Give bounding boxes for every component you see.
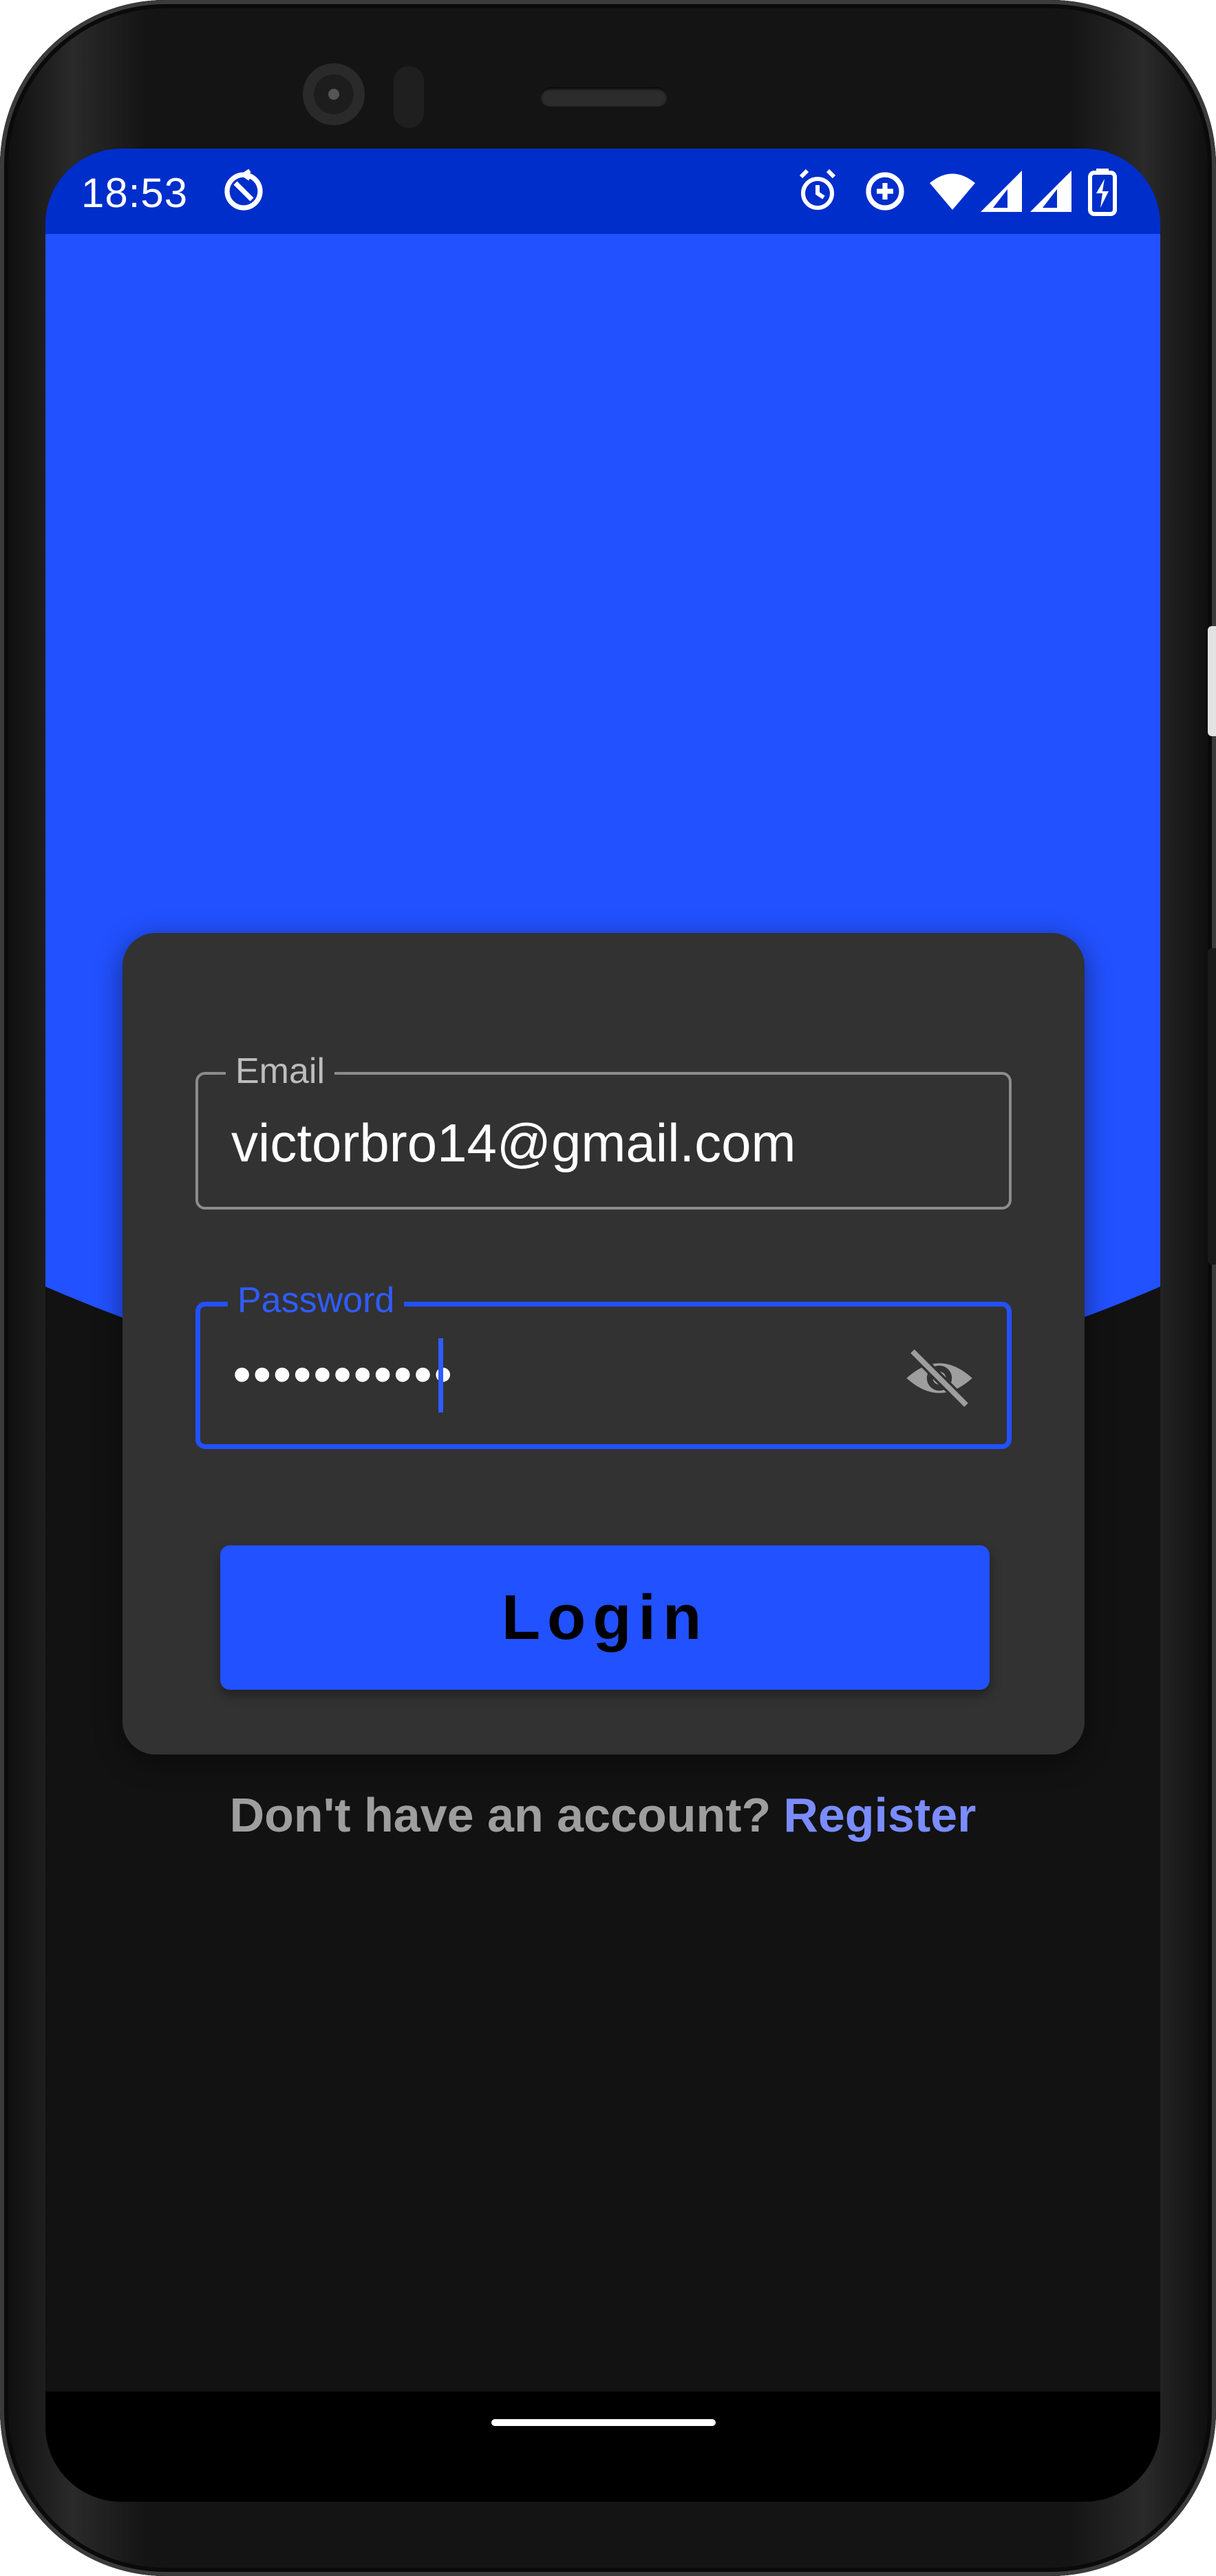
register-prompt-text: Don't have an account?	[229, 1788, 771, 1842]
wifi-icon	[930, 173, 975, 210]
email-label: Email	[226, 1047, 335, 1095]
app-screen: 18:53 Email victorbro14@gmail.com Passwo…	[45, 149, 1160, 2502]
email-field[interactable]: Email victorbro14@gmail.com	[195, 1047, 1012, 1210]
signal-icon	[981, 171, 1022, 212]
password-field[interactable]: Password •••••••••••	[195, 1276, 1012, 1449]
battery-charging-icon	[1088, 169, 1117, 216]
status-time: 18:53	[81, 170, 189, 216]
login-button[interactable]: Login	[220, 1545, 990, 1690]
register-prompt: Don't have an account? Register	[45, 1788, 1160, 1843]
alarm-icon	[799, 169, 836, 210]
volume-button	[1208, 626, 1216, 736]
register-link[interactable]: Register	[783, 1788, 976, 1842]
navigation-bar	[45, 2392, 1160, 2502]
power-button	[1208, 948, 1216, 1265]
status-bar: 18:53	[45, 149, 1160, 234]
earpiece-speaker	[540, 87, 668, 107]
password-label: Password	[228, 1276, 405, 1324]
signal-icon-2	[1030, 171, 1071, 212]
email-value[interactable]: victorbro14@gmail.com	[231, 1112, 796, 1174]
login-card: Email victorbro14@gmail.com Password •••…	[122, 933, 1085, 1754]
text-cursor	[438, 1338, 443, 1413]
proximity-sensor	[394, 66, 424, 128]
home-gesture-handle[interactable]	[491, 2419, 716, 2426]
front-camera	[303, 63, 365, 125]
visibility-off-icon[interactable]	[904, 1342, 975, 1414]
sync-disabled-icon	[224, 169, 263, 211]
password-value[interactable]: •••••••••••	[233, 1346, 454, 1403]
data-saver-icon	[866, 172, 904, 211]
